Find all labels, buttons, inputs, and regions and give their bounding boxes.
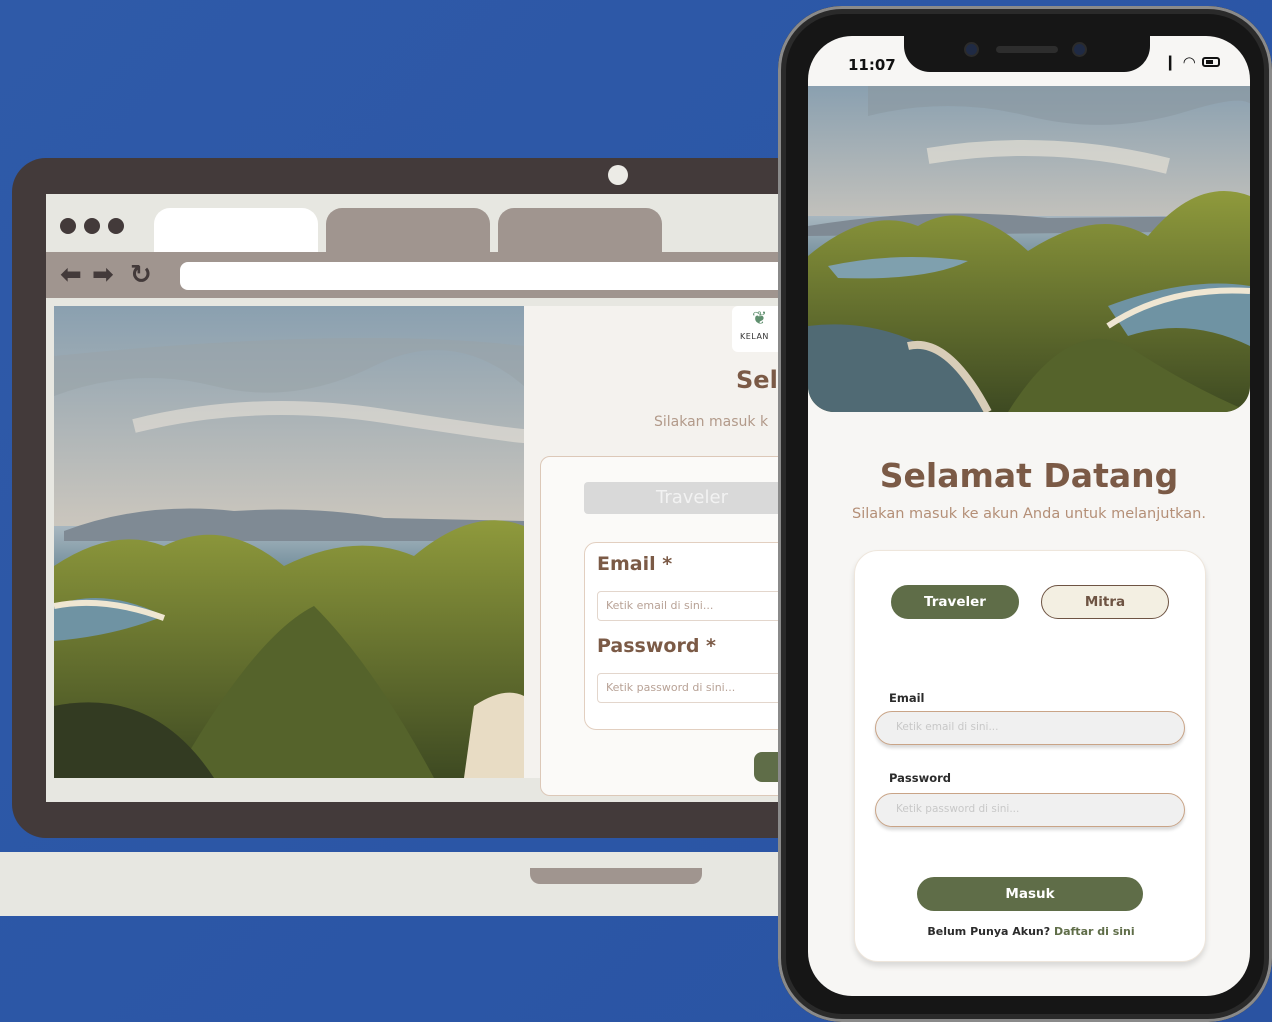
site-title: Sel [736,366,778,394]
browser-tab[interactable] [498,208,662,252]
email-field[interactable]: Ketik email di sini... [875,711,1185,745]
page-subtitle: Silakan masuk ke akun Anda untuk melanju… [852,506,1206,522]
browser-tab-active[interactable] [154,208,318,252]
laptop-mockup: ⬅ ➡ ↻ ❦ KELAN Sel Silakan masuk k Travel… [12,158,912,838]
phone-screen: 11:07 ❙ ◠ Selamat Datang Silakan masuk k… [808,36,1250,996]
site-password-label: Password * [597,635,716,657]
register-prompt: Belum Punya Akun? Daftar di sini [855,925,1207,938]
status-time: 11:07 [848,56,896,74]
register-link[interactable]: Daftar di sini [1054,925,1135,938]
password-field[interactable]: Ketik password di sini... [875,793,1185,827]
window-dot[interactable] [108,218,124,234]
login-card: Traveler Mitra Email Ketik email di sini… [854,550,1206,962]
laptop-base-notch [530,868,702,884]
camera-icon [966,44,977,55]
site-brand: KELAN [740,332,769,341]
login-button[interactable]: Masuk [917,877,1143,911]
phone-notch [904,36,1150,72]
password-label: Password [889,771,951,785]
sensor-icon [1074,44,1085,55]
arrow-right-icon[interactable]: ➡ [92,260,114,290]
wifi-icon: ◠ [1183,53,1195,71]
window-dot[interactable] [84,218,100,234]
page-title: Selamat Datang [879,456,1179,495]
browser-tab[interactable] [326,208,490,252]
register-prompt-text: Belum Punya Akun? [927,925,1051,938]
window-dot[interactable] [60,218,76,234]
role-mitra-button[interactable]: Mitra [1041,585,1169,619]
battery-icon [1202,57,1220,67]
phone-hero-image [808,86,1250,412]
speaker-grille [996,46,1058,53]
arrow-left-icon[interactable]: ⬅ [60,260,82,290]
window-controls [60,218,124,234]
email-label: Email [889,691,925,705]
leaf-logo-icon: ❦ [752,308,768,329]
site-email-label: Email * [597,553,673,575]
site-hero-image [54,306,524,778]
reload-icon[interactable]: ↻ [130,260,152,290]
laptop-camera [608,165,628,185]
role-traveler-button[interactable]: Traveler [891,585,1019,619]
phone-mockup: 11:07 ❙ ◠ Selamat Datang Silakan masuk k… [778,6,1272,1022]
laptop-base [0,852,900,916]
signal-icon: ❙ [1163,53,1177,71]
site-subtitle: Silakan masuk k [654,414,769,430]
status-icons: ❙ ◠ [1164,53,1220,71]
